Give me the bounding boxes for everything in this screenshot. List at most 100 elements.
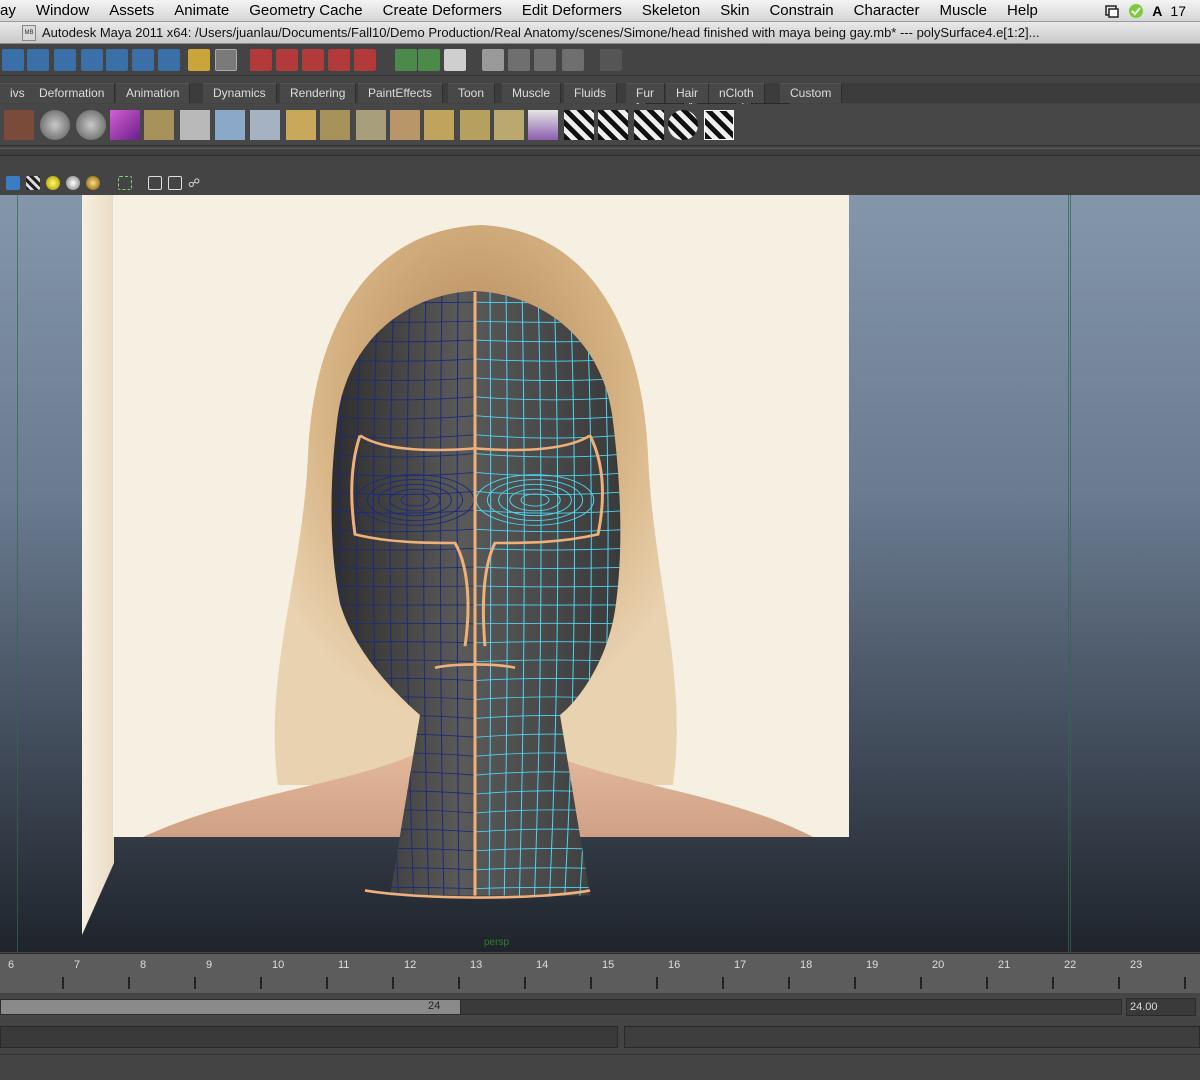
wedge-icon[interactable] <box>286 110 316 140</box>
frame-label: 19 <box>866 959 879 971</box>
snap-point-icon[interactable] <box>302 49 324 71</box>
menu-ay[interactable]: ay <box>0 0 26 22</box>
bevel-icon[interactable] <box>180 110 210 140</box>
hypershade-icon[interactable] <box>534 49 556 71</box>
menubar-extras: A 17 <box>1104 0 1200 22</box>
tab-dynamics[interactable]: Dynamics <box>203 83 277 103</box>
command-input[interactable] <box>0 1026 618 1048</box>
frame-tick <box>62 977 64 989</box>
menu-skeleton[interactable]: Skeleton <box>632 0 710 22</box>
perspective-viewport[interactable]: persp <box>0 195 1200 952</box>
status-line: X: Y: Z: <box>0 45 1200 117</box>
tab-hair[interactable]: Hair <box>666 83 710 103</box>
render-view-icon[interactable] <box>562 49 584 71</box>
menu-edit-deformers[interactable]: Edit Deformers <box>512 0 632 22</box>
side-image-plane[interactable] <box>82 195 114 935</box>
separate-icon[interactable] <box>424 110 454 140</box>
tab-toon[interactable]: Toon <box>448 83 496 103</box>
document-proxy-icon[interactable]: MB <box>22 24 36 41</box>
tab-custom[interactable]: Custom <box>780 83 843 103</box>
sculpt-icon[interactable] <box>528 110 558 140</box>
select-component-icon[interactable] <box>54 49 76 71</box>
window-icon[interactable] <box>1104 3 1120 19</box>
menu-skin[interactable]: Skin <box>710 0 759 22</box>
mirror-geometry-icon[interactable] <box>494 110 524 140</box>
uv-checker-icon[interactable] <box>564 110 594 140</box>
make-live-icon[interactable] <box>354 49 376 71</box>
menu-character[interactable]: Character <box>844 0 930 22</box>
shadows-icon[interactable] <box>86 176 100 190</box>
menu-geometry-cache[interactable]: Geometry Cache <box>239 0 372 22</box>
select-misc-icon[interactable] <box>158 49 180 71</box>
textured-icon[interactable] <box>26 176 40 190</box>
uv-spherical-icon[interactable] <box>668 110 698 140</box>
head-mesh[interactable] <box>320 285 630 915</box>
render-settings-icon[interactable] <box>508 49 530 71</box>
ipr-render-icon[interactable] <box>482 49 504 71</box>
tab-rendering[interactable]: Rendering <box>280 83 357 103</box>
transform-mode-icon[interactable] <box>600 49 622 71</box>
extrude-icon[interactable] <box>144 110 174 140</box>
time-slider[interactable]: 6 7 8 9 10 11 12 13 14 15 16 17 18 19 20 21 22 23 <box>0 953 1200 993</box>
maya-window: ay Window Assets Animate Geometry Cache Creat… <box>0 0 1200 1080</box>
wireframe-on-shaded-icon[interactable] <box>168 176 182 190</box>
render-current-frame-icon[interactable] <box>444 49 466 71</box>
menu-animate[interactable]: Animate <box>164 0 239 22</box>
camera-label: persp <box>484 937 510 948</box>
menu-create-deformers[interactable]: Create Deformers <box>373 0 512 22</box>
select-object-icon[interactable] <box>27 49 49 71</box>
uv-editor-icon[interactable] <box>704 110 734 140</box>
uv-cylindrical-icon[interactable] <box>634 110 664 140</box>
merge-icon[interactable] <box>320 110 350 140</box>
lock-selection-icon[interactable] <box>188 49 210 71</box>
tab-deformation[interactable]: Deformation <box>29 83 116 103</box>
share-icon[interactable]: ☍ <box>188 176 202 190</box>
select-by-joint-icon[interactable] <box>106 49 128 71</box>
tab-fluids[interactable]: Fluids <box>564 83 618 103</box>
tab-fur[interactable]: Fur <box>626 83 665 103</box>
select-hierarchy-icon[interactable] <box>2 49 24 71</box>
range-end-field[interactable]: 24.00 <box>1126 998 1196 1016</box>
tab-muscle[interactable]: Muscle <box>502 83 562 103</box>
uv-planar-icon[interactable] <box>598 110 628 140</box>
select-by-handle-icon[interactable] <box>81 49 103 71</box>
adobe-icon[interactable]: A <box>1152 3 1162 19</box>
select-by-curve-icon[interactable] <box>132 49 154 71</box>
poly-cube-icon[interactable] <box>110 110 140 140</box>
xray-icon[interactable] <box>148 176 162 190</box>
frame-tick <box>854 977 856 989</box>
menu-help[interactable]: Help <box>997 0 1048 22</box>
wire-edge <box>331 291 340 896</box>
tab-ncloth[interactable]: nCloth <box>709 83 765 103</box>
frame-tick <box>524 977 526 989</box>
tab-painteffects[interactable]: PaintEffects <box>358 83 443 103</box>
shaded-icon[interactable] <box>6 176 20 190</box>
highlight-selection-icon[interactable] <box>215 49 237 71</box>
menu-window[interactable]: Window <box>26 0 99 22</box>
window-title: Autodesk Maya 2011 x64: /Users/juanlau/D… <box>42 25 1040 40</box>
append-polygon-icon[interactable] <box>460 110 490 140</box>
poly-sphere-icon[interactable] <box>40 110 70 140</box>
snap-curve-icon[interactable] <box>276 49 298 71</box>
construction-history-icon[interactable] <box>418 49 440 71</box>
tab-animation[interactable]: Animation <box>116 83 191 103</box>
bridge-icon[interactable] <box>215 110 245 140</box>
all-lights-icon[interactable] <box>66 176 80 190</box>
command-line <box>0 1024 1200 1050</box>
isolate-select-icon[interactable] <box>118 176 132 190</box>
menu-muscle[interactable]: Muscle <box>930 0 998 22</box>
smooth-icon[interactable] <box>356 110 386 140</box>
combine-icon[interactable] <box>390 110 420 140</box>
range-bar[interactable] <box>0 999 461 1015</box>
menu-assets[interactable]: Assets <box>99 0 164 22</box>
input-output-icon[interactable] <box>395 49 417 71</box>
snap-grid-icon[interactable] <box>250 49 272 71</box>
sync-check-icon[interactable] <box>1128 3 1144 19</box>
split-polygon-icon[interactable] <box>250 110 280 140</box>
shelf-tool-icon[interactable] <box>4 110 34 140</box>
frame-label: 20 <box>932 959 945 971</box>
snap-view-plane-icon[interactable] <box>328 49 350 71</box>
menu-constrain[interactable]: Constrain <box>759 0 843 22</box>
nurbs-sphere-icon[interactable] <box>76 110 106 140</box>
default-light-icon[interactable] <box>46 176 60 190</box>
